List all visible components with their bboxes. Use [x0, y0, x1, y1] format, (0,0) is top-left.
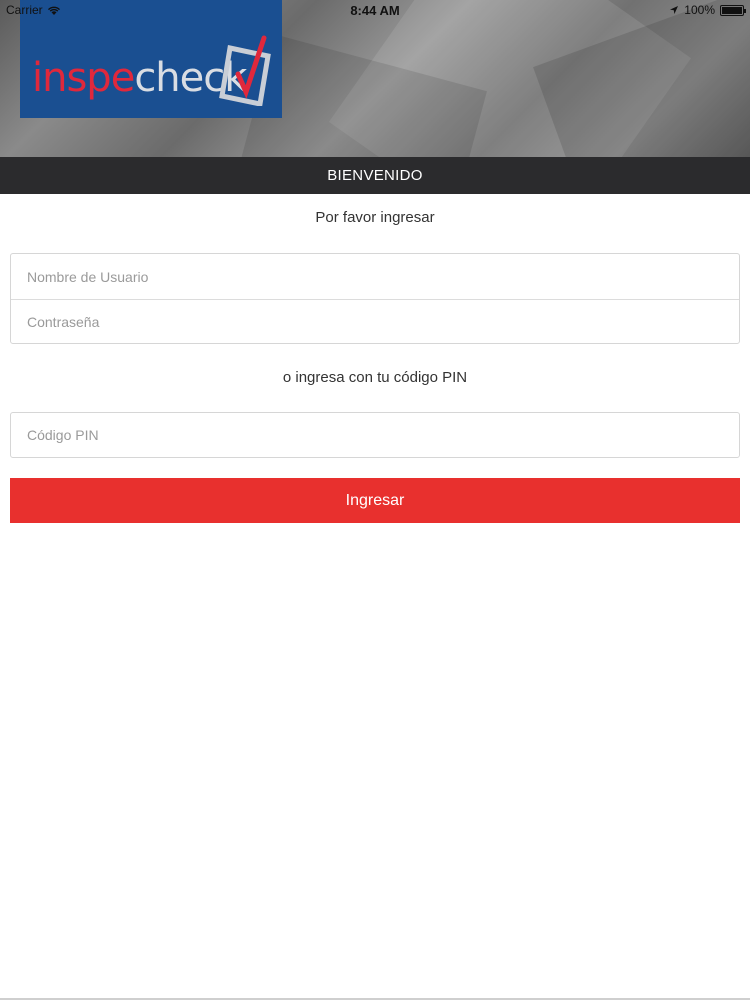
page-title: BIENVENIDO [0, 157, 750, 194]
battery-fill [722, 6, 742, 14]
header-banner: Carrier 8:44 AM 100% inspecheck [0, 0, 750, 157]
credentials-group [10, 253, 740, 344]
password-field[interactable] [11, 299, 739, 344]
logo-wordmark-red: inspe [32, 55, 135, 101]
checkmark-box-icon [219, 35, 271, 106]
login-prompt: Por favor ingresar [315, 209, 435, 226]
status-bar: Carrier 8:44 AM 100% [0, 0, 750, 22]
username-field[interactable] [11, 254, 739, 299]
location-arrow-icon [670, 6, 679, 14]
pin-field[interactable] [11, 413, 739, 457]
battery-percent: 100% [684, 3, 715, 17]
pin-group [10, 412, 740, 458]
login-button[interactable]: Ingresar [10, 478, 740, 523]
logo-wordmark: inspecheck [32, 55, 247, 101]
status-time: 8:44 AM [350, 3, 400, 18]
pin-prompt: o ingresa con tu código PIN [282, 369, 468, 386]
battery-icon [720, 4, 746, 16]
